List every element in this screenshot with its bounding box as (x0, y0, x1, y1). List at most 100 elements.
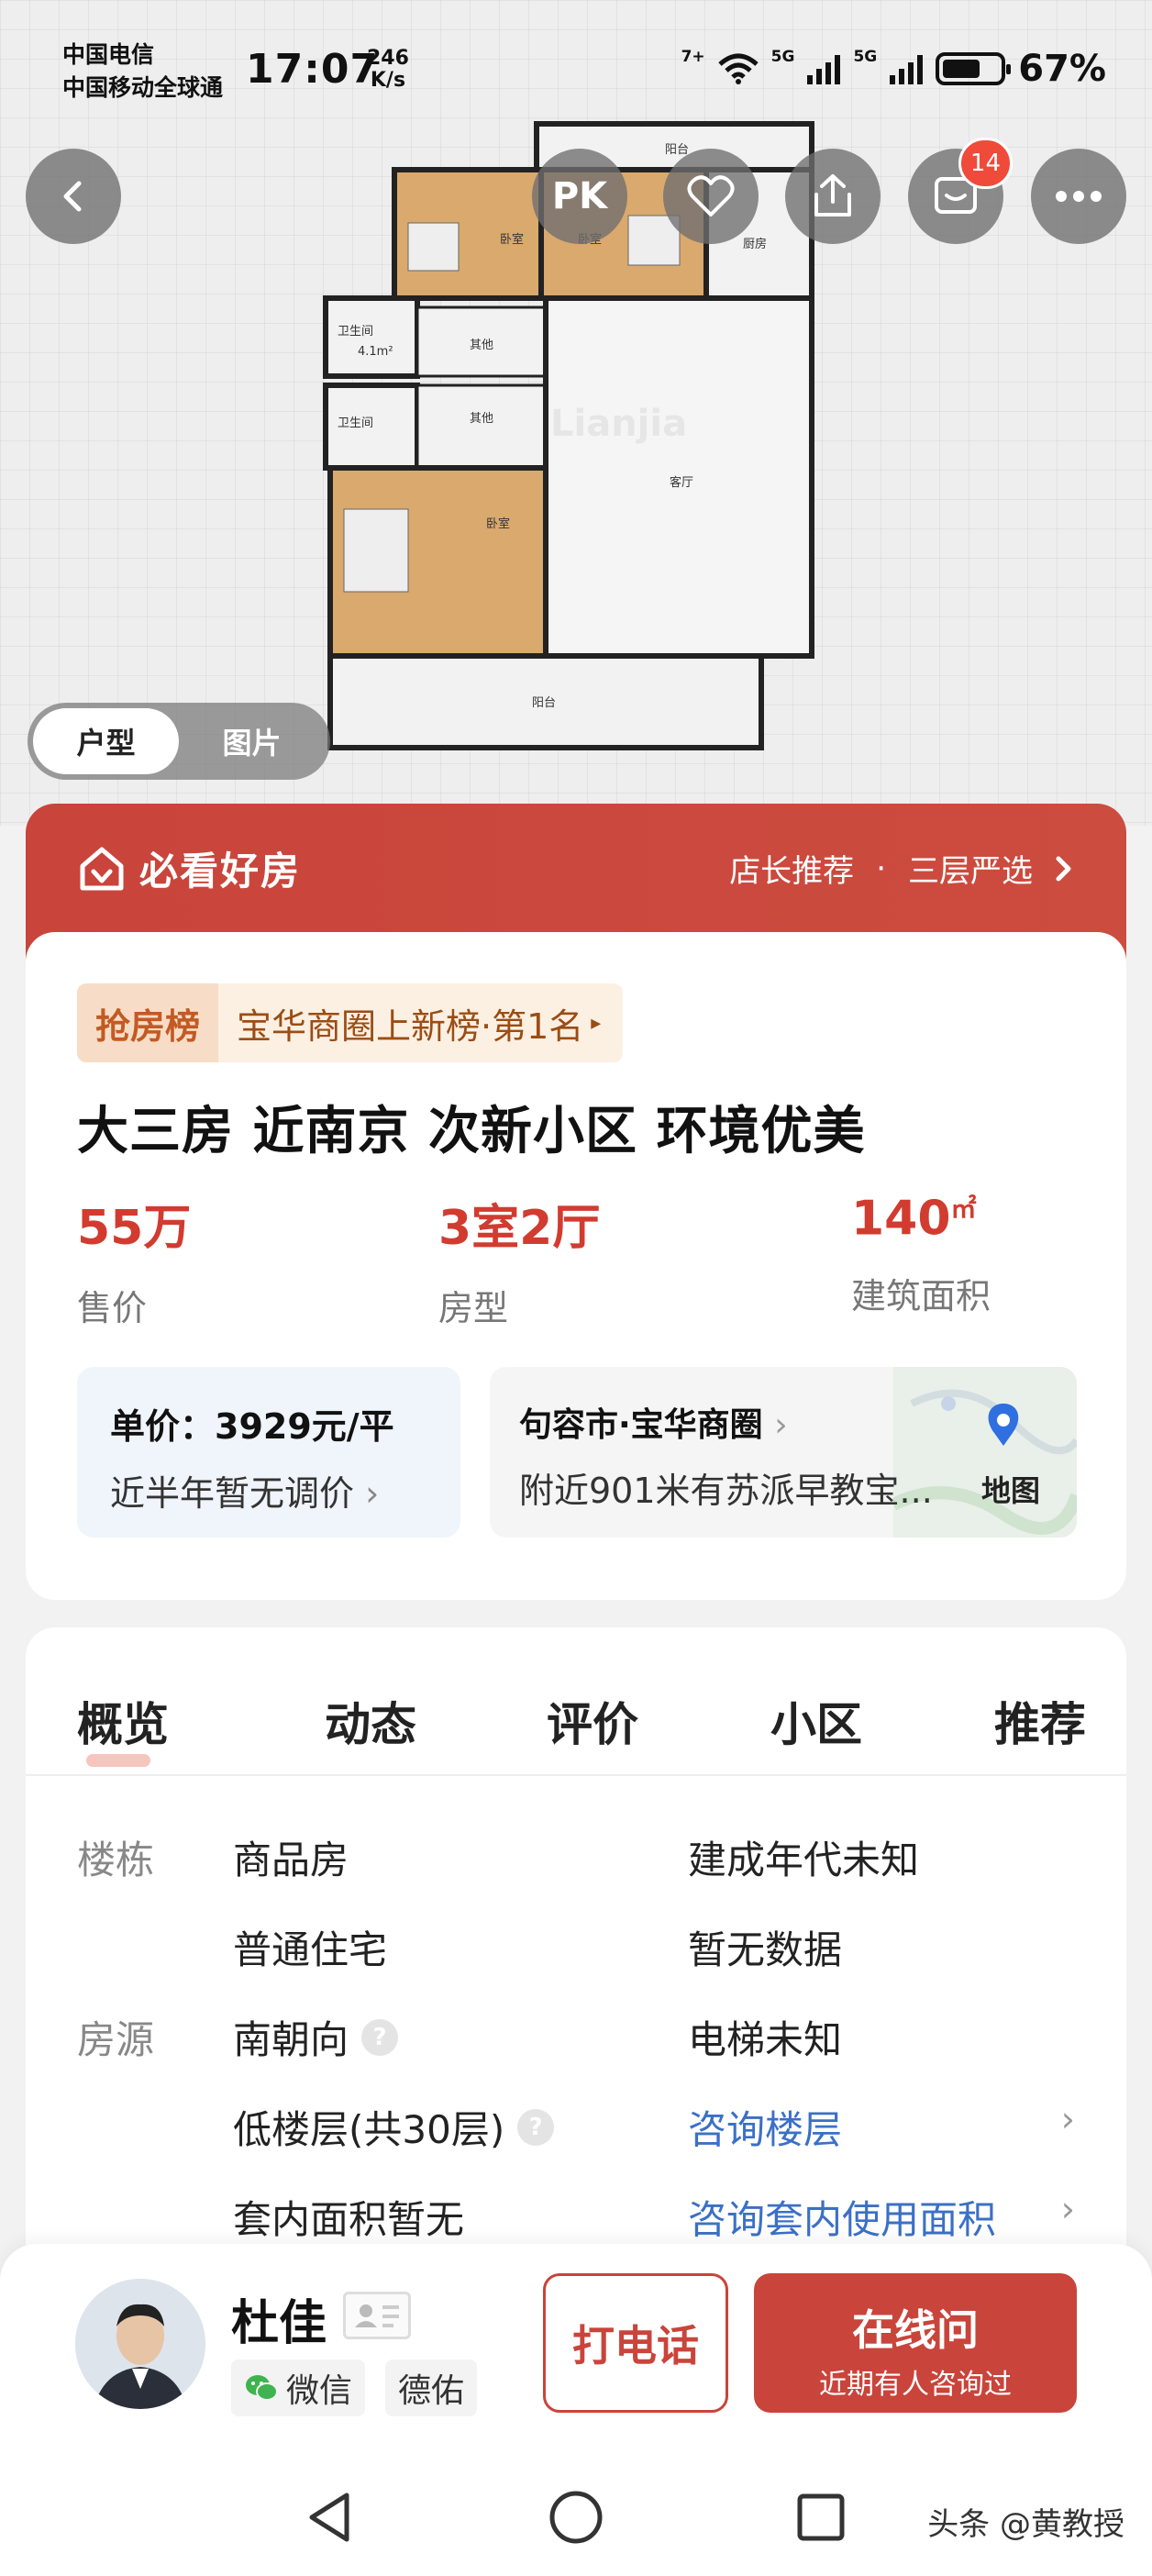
share-icon (814, 174, 851, 217)
home-circle-icon (549, 2491, 603, 2544)
battery-icon (936, 52, 1012, 85)
help-icon[interactable]: ? (517, 2108, 555, 2146)
room-living: 客厅 (670, 475, 693, 490)
id-card-icon[interactable] (343, 2292, 411, 2339)
carrier-names: 中国电信 中国移动全球通 (62, 39, 223, 105)
unit-price-box[interactable]: 单价：3929元/平 近半年暂无调价 › (77, 1367, 460, 1538)
ask-inner-area-link[interactable]: 咨询套内使用面积 (688, 2189, 996, 2245)
chat-button[interactable]: 在线问 近期有人咨询过 (754, 2273, 1077, 2413)
view-toggle: 户型 图片 (28, 703, 330, 780)
price-change-note: 近半年暂无调价 (110, 1473, 355, 1514)
agent-name: 杜佳 (231, 2296, 327, 2351)
detail-card: 概览 动态 评价 小区 推荐 楼栋 商品房 建成年代未知 普通住宅 暂无数据 房… (26, 1627, 1126, 2270)
sim2-network-label: 5G (853, 48, 878, 66)
stat-layout: 3室2厅 房型 (438, 1189, 600, 1330)
banner-item-1: 店长推荐 (729, 853, 855, 890)
triangle-back-icon (309, 2493, 349, 2542)
nav-recents-button[interactable] (784, 2481, 858, 2554)
nearby-info: 附近901米有苏派早教宝... (519, 1471, 933, 1511)
clock: 17:07 (246, 46, 380, 93)
room-other-1: 其他 (470, 339, 493, 352)
location-name: 句容市·宝华商圈 (519, 1406, 763, 1444)
room-other-2: 其他 (470, 412, 493, 426)
nav-home-button[interactable] (539, 2481, 613, 2554)
net-speed-unit: K/s (370, 69, 406, 92)
tab-recommend[interactable]: 推荐 (994, 1688, 1086, 1754)
floor-level: 低楼层(共30层) (233, 2107, 505, 2152)
floorplan-hero[interactable]: 阳台 卧室 卧室 厨房 卫生间 4.1m² 其他 卫生间 其他 客厅 卧室 阳台 (0, 0, 1152, 826)
chevron-right-icon: › (365, 1473, 380, 1514)
detail-row: 房源 南朝向 ? 电梯未知 (26, 2009, 1126, 2092)
banner-item-2: 三层严选 (908, 853, 1033, 890)
tab-overview[interactable]: 概览 (77, 1688, 169, 1767)
chevron-right-icon: › (1060, 2189, 1075, 2229)
listing-title: 大三房 近南京 次新小区 环境优美 (77, 1102, 866, 1161)
floor-wrap: 低楼层(共30层) ? (233, 2099, 555, 2155)
stat-area: 140㎡ 建筑面积 (851, 1189, 991, 1318)
company-chip: 德佑 (385, 2359, 478, 2416)
listing-info-card: 抢房榜 宝华商圈上新榜·第1名 ▸ 大三房 近南京 次新小区 环境优美 55万 … (26, 932, 1126, 1600)
orientation: 南朝向 (233, 2017, 349, 2062)
agent-photo (75, 2279, 205, 2409)
more-dots-icon (1056, 191, 1102, 202)
id-card-glyph (355, 2304, 399, 2327)
tab-community[interactable]: 小区 (770, 1688, 862, 1754)
toggle-photos[interactable]: 图片 (179, 708, 325, 774)
location-box[interactable]: 地图 句容市·宝华商圈 › 附近901米有苏派早教宝... (490, 1367, 1077, 1538)
carrier-2: 中国移动全球通 (62, 74, 224, 101)
property-type: 商品房 (233, 1838, 349, 1882)
rank-tag[interactable]: 抢房榜 宝华商圈上新榜·第1名 ▸ (77, 983, 624, 1062)
room-balcony-bottom: 阳台 (532, 696, 556, 710)
chevron-right-icon: › (774, 1406, 788, 1444)
layout-value: 3室2厅 (438, 1201, 601, 1256)
caret-right-icon: ▸ (591, 1011, 602, 1035)
unit-price: 单价：3929元/平 (110, 1406, 394, 1447)
messages-button[interactable]: 14 (908, 138, 1013, 244)
chevron-right-icon (1056, 856, 1071, 881)
favorite-button[interactable] (663, 149, 759, 244)
brand-name: 必看好房 (139, 849, 302, 894)
banner-links[interactable]: 店长推荐 · 三层严选 (729, 846, 1073, 891)
help-icon[interactable]: ? (361, 2018, 399, 2056)
area-value: 140 (851, 1191, 951, 1247)
location-name-row: 句容市·宝华商圈 › (519, 1398, 978, 1446)
room-bath-1: 卫生间 (338, 325, 373, 339)
room-bedroom-3: 卧室 (486, 516, 510, 531)
residence-type: 普通住宅 (233, 1927, 388, 1972)
company-label: 德佑 (398, 2372, 465, 2410)
toggle-floorplan[interactable]: 户型 (33, 708, 179, 774)
pk-label: PK (551, 175, 608, 217)
area-value-wrap: 140㎡ (851, 1189, 991, 1246)
rank-label: 抢房榜 (77, 983, 219, 1062)
price-label: 售价 (77, 1288, 148, 1328)
rank-detail: 宝华商圈上新榜·第1名 ▸ (218, 983, 624, 1062)
back-button[interactable] (26, 149, 121, 244)
tab-reviews[interactable]: 评价 (547, 1688, 638, 1754)
battery-percent: 67% (1018, 48, 1106, 90)
nav-back-button[interactable] (294, 2481, 367, 2554)
status-icons: 7+ 5G 5G 67% (681, 48, 1106, 90)
banner-separator: · (876, 849, 886, 887)
pk-compare-button[interactable]: PK (532, 149, 627, 244)
ask-floor-link[interactable]: 咨询楼层 (688, 2099, 842, 2155)
more-button[interactable] (1031, 149, 1126, 244)
detail-row: 低楼层(共30层) ? 咨询楼层 › (26, 2099, 1126, 2182)
wechat-chip[interactable]: 微信 (231, 2359, 366, 2416)
price-change-row: 近半年暂无调价 › (110, 1465, 427, 1516)
net-speed-value: 246 (367, 47, 409, 70)
area-unit: ㎡ (950, 1194, 977, 1224)
agent-avatar[interactable] (75, 2279, 205, 2409)
wifi-label: 7+ (681, 48, 705, 66)
detail-row: 楼栋 商品房 建成年代未知 (26, 1829, 1126, 1912)
battery-fill (943, 60, 980, 78)
recents-square-icon (797, 2493, 845, 2541)
system-nav-bar: 头条 @黄教授 (0, 2459, 1152, 2576)
agent-bar: 杜佳 微信 德佑 打电话 在线问 近期有人咨询过 (0, 2244, 1152, 2459)
wechat-icon (246, 2375, 278, 2401)
elevator: 电梯未知 (688, 2017, 843, 2062)
tab-updates[interactable]: 动态 (325, 1688, 416, 1754)
signal-1-icon (807, 53, 841, 84)
call-button[interactable]: 打电话 (543, 2273, 728, 2413)
rank-text: 宝华商圈上新榜·第1名 (237, 1005, 584, 1047)
share-button[interactable] (785, 149, 881, 244)
